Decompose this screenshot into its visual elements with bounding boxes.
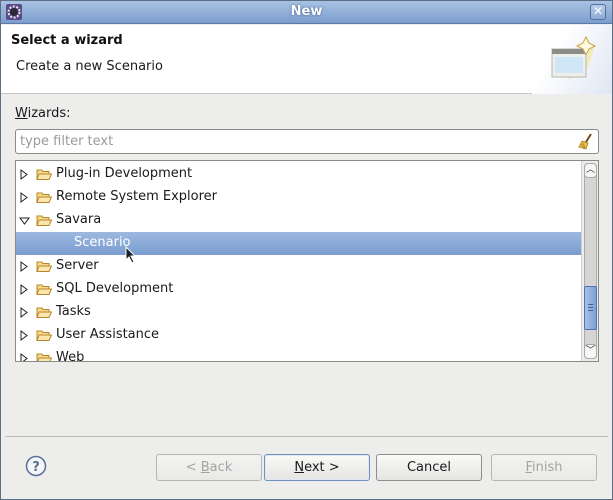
collapsed-arrow-icon[interactable] — [19, 353, 29, 361]
tree-folder[interactable]: Savara — [16, 209, 582, 232]
tree-item-label: User Assistance — [56, 327, 160, 342]
wizards-label-text: izards: — [27, 106, 71, 121]
tree-folder[interactable]: Plug-in Development — [16, 163, 582, 186]
new-wizard-icon — [551, 35, 597, 79]
tree-folder[interactable]: Tasks — [16, 301, 582, 324]
scroll-down-button[interactable]: ﹀ — [584, 344, 597, 359]
wizards-label-mnemonic: W — [15, 106, 28, 121]
next-mnemonic: N — [294, 460, 305, 475]
cancel-button[interactable]: Cancel — [376, 454, 482, 481]
tree-item-label: Tasks — [56, 304, 91, 319]
finish-button[interactable]: Finish — [491, 454, 597, 481]
back-prefix: < — [185, 460, 201, 475]
tree-item-label: Web — [56, 350, 85, 361]
folder-icon — [36, 329, 53, 346]
back-button[interactable]: < Back — [156, 454, 262, 481]
folder-icon — [36, 168, 53, 185]
collapsed-arrow-icon[interactable] — [19, 192, 29, 203]
tree-item-label: Scenario — [74, 235, 131, 250]
grip-icon — [588, 304, 593, 311]
collapsed-arrow-icon[interactable] — [19, 330, 29, 341]
tree-item-label: Server — [56, 258, 99, 273]
folder-icon — [36, 260, 53, 277]
finish-label: inish — [532, 460, 563, 475]
tree-item-label: SQL Development — [56, 281, 174, 296]
page-title: Select a wizard — [11, 33, 123, 48]
scrollbar-thumb[interactable] — [584, 286, 597, 330]
back-mnemonic: B — [200, 460, 210, 475]
collapsed-arrow-icon[interactable] — [19, 284, 29, 295]
wizard-header: Select a wizard Create a new Scenario — [1, 25, 612, 94]
page-description: Create a new Scenario — [16, 59, 163, 74]
collapsed-arrow-icon[interactable] — [19, 307, 29, 318]
folder-icon — [36, 306, 53, 323]
help-icon[interactable]: ? — [25, 455, 47, 477]
collapsed-arrow-icon[interactable] — [19, 261, 29, 272]
window-title: New — [290, 4, 323, 19]
new-wizard-dialog: New ✕ Select a wizard Create a new Scena… — [0, 0, 613, 500]
next-button[interactable]: Next > — [264, 454, 370, 481]
filter-field[interactable] — [15, 129, 599, 154]
broom-clear-icon[interactable] — [578, 133, 594, 150]
tree-item-label: Savara — [56, 212, 102, 227]
chevron-up-icon: ︿ — [585, 165, 595, 175]
next-label: ext > — [304, 460, 340, 475]
wizard-tree-list[interactable]: Plug-in Development Remote System Explore… — [16, 161, 582, 361]
filter-input[interactable] — [19, 132, 574, 151]
close-button[interactable]: ✕ — [590, 4, 606, 20]
tree-folder[interactable]: Server — [16, 255, 582, 278]
footer-separator — [5, 436, 608, 437]
chevron-down-icon: ﹀ — [585, 346, 595, 356]
folder-icon — [36, 214, 53, 231]
tree-item-label: Plug-in Development — [56, 166, 193, 181]
tree-item-label: Remote System Explorer — [56, 189, 218, 204]
folder-icon — [36, 283, 53, 300]
wizards-label: Wizards: — [15, 106, 71, 121]
tree-folder[interactable]: User Assistance — [16, 324, 582, 347]
mouse-cursor-icon — [125, 246, 137, 264]
header-banner — [532, 25, 612, 94]
title-bar[interactable]: New ✕ — [1, 1, 612, 24]
folder-icon — [36, 352, 53, 361]
expanded-arrow-icon[interactable] — [19, 215, 30, 226]
wizard-tree[interactable]: Plug-in Development Remote System Explore… — [15, 160, 599, 362]
tree-folder[interactable]: Remote System Explorer — [16, 186, 582, 209]
scroll-up-button[interactable]: ︿ — [584, 163, 597, 178]
svg-text:?: ? — [32, 460, 40, 475]
cancel-label: Cancel — [406, 460, 452, 475]
close-icon: ✕ — [592, 4, 604, 18]
vertical-scrollbar[interactable]: ︿ ﹀ — [581, 161, 598, 361]
folder-icon — [36, 191, 53, 208]
tree-folder[interactable]: SQL Development — [16, 278, 582, 301]
collapsed-arrow-icon[interactable] — [19, 169, 29, 180]
back-label: ack — [209, 460, 233, 475]
tree-item[interactable]: Scenario — [16, 232, 582, 255]
tree-folder[interactable]: Web — [16, 347, 582, 361]
